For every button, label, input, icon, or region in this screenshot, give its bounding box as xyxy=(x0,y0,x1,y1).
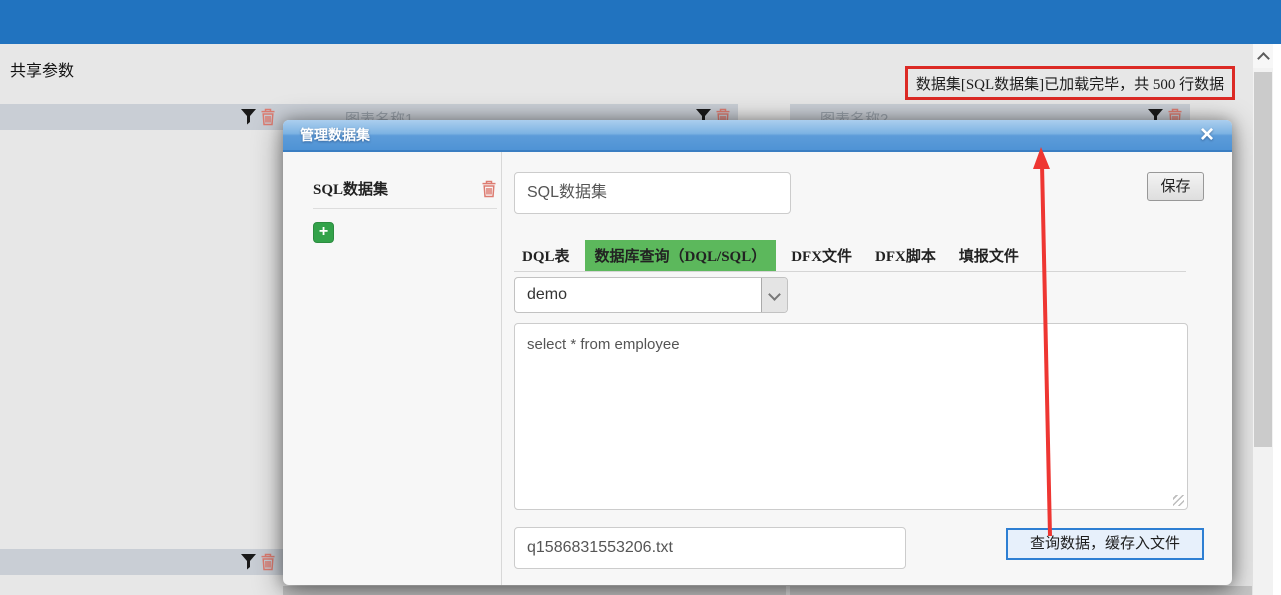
filter-icon[interactable] xyxy=(241,109,256,125)
sql-query-text: select * from employee xyxy=(527,336,680,353)
dataset-list-panel: SQL数据集 + xyxy=(283,152,502,585)
scroll-up-icon xyxy=(1257,52,1270,65)
tab-dfx-script[interactable]: DFX脚本 xyxy=(867,240,944,271)
datasource-selected-value: demo xyxy=(527,278,567,312)
annotation-highlight-box: 数据集[SQL数据集]已加载完毕，共 500 行数据 xyxy=(905,66,1235,100)
select-drop-button[interactable] xyxy=(761,278,787,312)
dialog-titlebar[interactable]: 管理数据集 × xyxy=(283,120,1232,152)
datasource-select[interactable]: demo xyxy=(514,277,788,313)
dataset-name: SQL数据集 xyxy=(313,178,388,199)
dataset-loaded-message: 数据集[SQL数据集]已加载完毕，共 500 行数据 xyxy=(916,73,1224,94)
cache-filename-input[interactable]: q1586831553206.txt xyxy=(514,527,906,569)
query-cache-button[interactable]: 查询数据，缓存入文件 xyxy=(1006,528,1204,560)
trash-icon[interactable] xyxy=(260,108,276,126)
save-button[interactable]: 保存 xyxy=(1147,172,1204,201)
dialog-title: 管理数据集 xyxy=(300,120,370,150)
resize-grip-icon[interactable] xyxy=(1173,495,1184,506)
table-column-header xyxy=(0,104,283,130)
dataset-name-input[interactable]: SQL数据集 xyxy=(514,172,791,214)
tab-report-file[interactable]: 填报文件 xyxy=(951,240,1027,271)
trash-icon[interactable] xyxy=(481,180,497,198)
page-title: 共享参数 xyxy=(10,57,74,81)
scrollbar-thumb[interactable] xyxy=(1254,72,1272,447)
table-column-header xyxy=(0,549,283,575)
sql-query-textarea[interactable]: select * from employee xyxy=(514,323,1188,510)
chevron-down-icon xyxy=(768,288,781,301)
tab-database-query[interactable]: 数据库查询（DQL/SQL） xyxy=(585,240,777,271)
manage-dataset-dialog: 管理数据集 × SQL数据集 + SQL数据集 保存 DQL表 xyxy=(283,120,1232,585)
add-dataset-button[interactable]: + xyxy=(313,222,334,243)
scroll-up-button[interactable] xyxy=(1253,44,1273,68)
vertical-scrollbar[interactable] xyxy=(1253,44,1273,595)
top-navigation-bar xyxy=(0,0,1281,44)
column-divider xyxy=(786,586,790,595)
background-table-area xyxy=(283,586,1252,595)
plus-icon: + xyxy=(319,223,328,240)
dataset-list-item[interactable]: SQL数据集 xyxy=(313,178,497,209)
trash-icon[interactable] xyxy=(260,553,276,571)
dataset-editor: SQL数据集 保存 DQL表 数据库查询（DQL/SQL） DFX文件 DFX脚… xyxy=(502,152,1232,585)
tab-dql-table[interactable]: DQL表 xyxy=(514,240,578,271)
close-icon[interactable]: × xyxy=(1194,121,1220,149)
dataset-type-tabs: DQL表 数据库查询（DQL/SQL） DFX文件 DFX脚本 填报文件 xyxy=(514,241,1186,272)
dialog-body: SQL数据集 + SQL数据集 保存 DQL表 数据库查询（DQL/SQL） D… xyxy=(283,152,1232,585)
filter-icon[interactable] xyxy=(241,554,256,570)
tab-dfx-file[interactable]: DFX文件 xyxy=(783,240,860,271)
page-right-edge xyxy=(1273,44,1281,595)
